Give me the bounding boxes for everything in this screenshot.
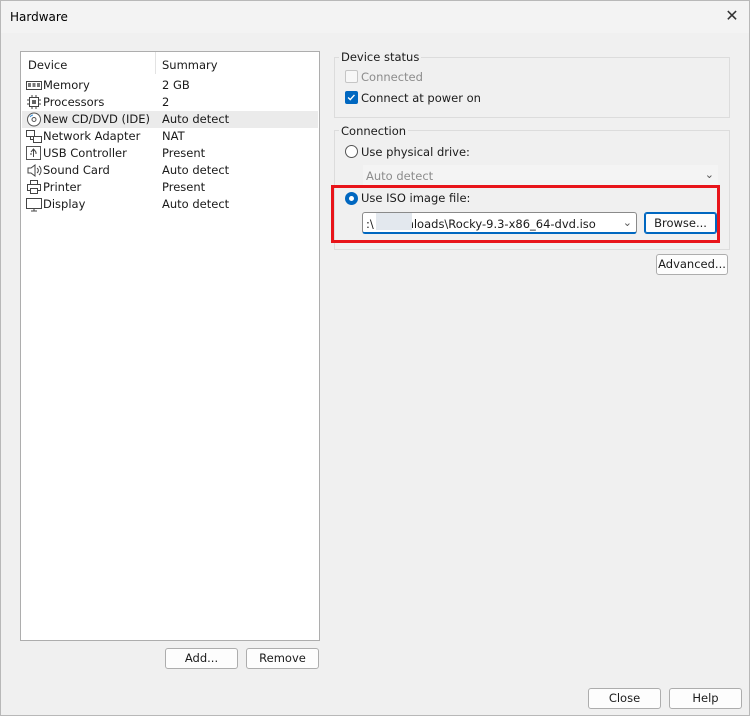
close-button[interactable]: Close bbox=[588, 688, 661, 709]
use-physical-drive-radio[interactable] bbox=[345, 145, 358, 158]
connect-at-power-on-checkbox[interactable] bbox=[345, 91, 358, 104]
connected-checkbox[interactable] bbox=[345, 70, 358, 83]
device-summary: Auto detect bbox=[162, 163, 230, 177]
device-name: Printer bbox=[43, 180, 82, 194]
device-row-network-adapter[interactable]: Network Adapter NAT bbox=[22, 128, 318, 145]
display-icon bbox=[26, 198, 42, 212]
device-name: Network Adapter bbox=[43, 129, 141, 143]
printer-icon bbox=[27, 180, 41, 194]
checkmark-icon bbox=[347, 94, 355, 101]
device-summary: 2 bbox=[162, 95, 170, 109]
device-row-processors[interactable]: Processors 2 bbox=[22, 94, 318, 111]
window-title: Hardware bbox=[10, 10, 68, 24]
device-row-sound-card[interactable]: Sound Card Auto detect bbox=[22, 162, 318, 179]
device-row-cd-dvd[interactable]: New CD/DVD (IDE) Auto detect bbox=[22, 111, 318, 128]
connection-title: Connection bbox=[339, 124, 409, 138]
device-summary: NAT bbox=[162, 129, 185, 143]
device-summary: Present bbox=[162, 180, 206, 194]
cd-dvd-icon bbox=[27, 112, 41, 127]
device-name: Sound Card bbox=[43, 163, 110, 177]
device-name: Memory bbox=[43, 78, 90, 92]
memory-icon bbox=[26, 81, 42, 90]
device-name: Display bbox=[43, 197, 86, 211]
network-adapter-icon bbox=[26, 130, 42, 143]
use-physical-drive-label: Use physical drive: bbox=[361, 145, 470, 159]
physical-drive-select[interactable]: Auto detect ⌄ bbox=[363, 165, 718, 187]
remove-button[interactable]: Remove bbox=[246, 648, 319, 669]
column-header-summary[interactable]: Summary bbox=[162, 58, 218, 72]
device-status-group bbox=[334, 57, 730, 118]
processor-icon bbox=[27, 95, 41, 109]
close-window-icon[interactable]: ✕ bbox=[721, 5, 743, 27]
device-summary: Present bbox=[162, 146, 206, 160]
title-bar: Hardware ✕ bbox=[1, 1, 749, 33]
device-list: Device Summary Memory 2 GB Processors 2 … bbox=[20, 51, 320, 641]
connected-label: Connected bbox=[361, 70, 423, 84]
device-row-printer[interactable]: Printer Present bbox=[22, 179, 318, 196]
chevron-down-icon: ⌄ bbox=[704, 168, 714, 181]
column-divider bbox=[155, 52, 156, 74]
usb-icon bbox=[26, 146, 41, 160]
column-header-device[interactable]: Device bbox=[28, 58, 67, 72]
device-name: USB Controller bbox=[43, 146, 127, 160]
add-button[interactable]: Add... bbox=[165, 648, 238, 669]
device-summary: Auto detect bbox=[162, 112, 230, 126]
device-row-memory[interactable]: Memory 2 GB bbox=[22, 77, 318, 94]
device-name: New CD/DVD (IDE) bbox=[43, 112, 151, 126]
annotation-highlight-box bbox=[331, 185, 720, 243]
connect-at-power-on-label: Connect at power on bbox=[361, 91, 481, 105]
help-button[interactable]: Help bbox=[669, 688, 742, 709]
physical-drive-value: Auto detect bbox=[366, 169, 434, 183]
device-row-usb-controller[interactable]: USB Controller Present bbox=[22, 145, 318, 162]
device-name: Processors bbox=[43, 95, 105, 109]
advanced-button[interactable]: Advanced... bbox=[656, 254, 728, 275]
speaker-icon bbox=[27, 164, 42, 177]
device-status-title: Device status bbox=[339, 50, 422, 64]
device-summary: 2 GB bbox=[162, 78, 190, 92]
device-summary: Auto detect bbox=[162, 197, 230, 211]
device-row-display[interactable]: Display Auto detect bbox=[22, 196, 318, 213]
